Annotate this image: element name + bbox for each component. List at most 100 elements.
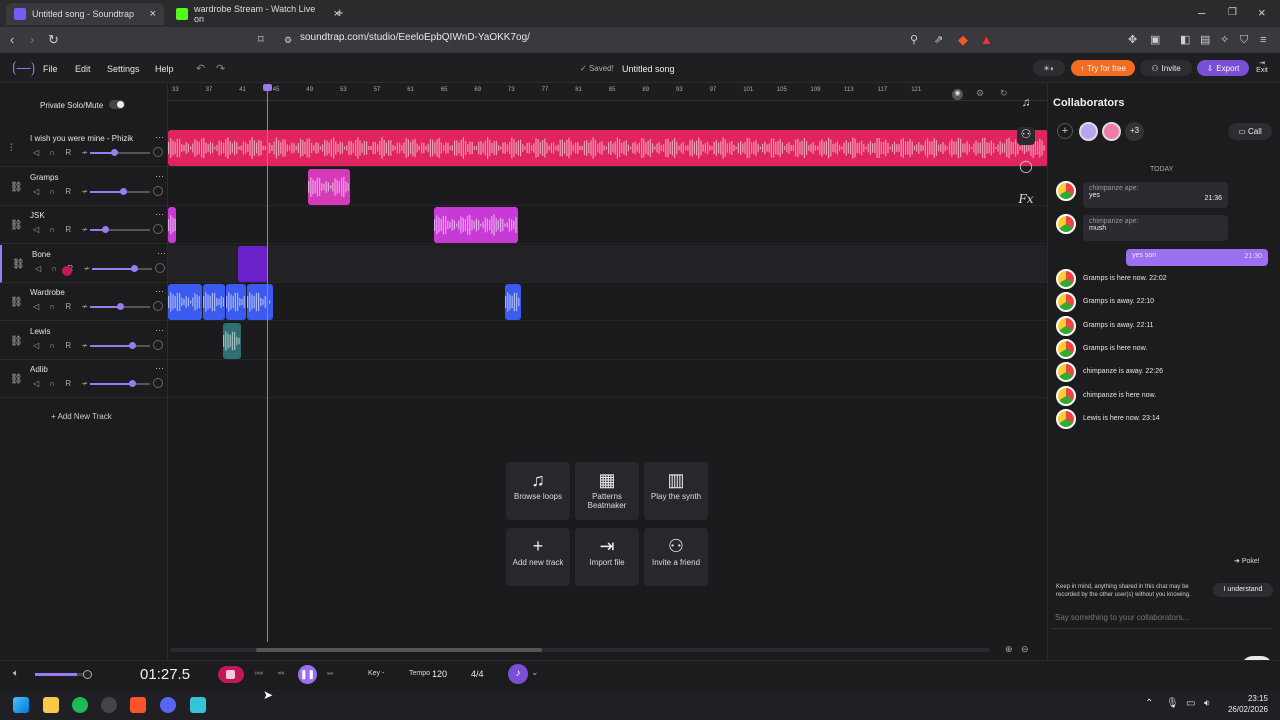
tab-search-icon[interactable]: ▣ (1150, 33, 1160, 47)
chat-icon[interactable]: ◯ (1017, 159, 1035, 177)
discord-icon[interactable] (160, 697, 176, 713)
file-explorer-icon[interactable] (43, 697, 59, 713)
track-volume-slider[interactable] (90, 149, 150, 156)
record-arm-label[interactable]: R (65, 341, 75, 350)
link-icon[interactable]: ⛓ (10, 182, 23, 193)
close-window-icon[interactable]: × (1258, 6, 1266, 20)
brave-shield-icon[interactable]: ◆ (958, 33, 968, 47)
track-volume-slider[interactable] (90, 341, 150, 349)
call-button[interactable]: ▭ Call (1228, 123, 1272, 140)
audio-clip[interactable] (168, 284, 202, 320)
skip-start-icon[interactable]: ⏮︎ (255, 668, 263, 679)
notepad-icon[interactable] (190, 697, 206, 713)
tile-import-file[interactable]: ⇥ Import file (575, 528, 639, 586)
track-controls[interactable]: ◁ ∩ R ≁ (33, 187, 92, 196)
track-name[interactable]: I wish you were mine - Phizik (30, 134, 133, 143)
scrollbar-thumb[interactable] (256, 648, 542, 652)
spotify-icon[interactable] (72, 697, 88, 713)
track-row[interactable]: ⛓ Wardrobe ⋯ ◁ ∩ R ≁ (0, 283, 168, 321)
track-name[interactable]: Lewis (30, 327, 50, 336)
menu-help[interactable]: Help (155, 64, 174, 74)
record-arm-label[interactable]: R (65, 225, 75, 234)
track-controls[interactable]: ◁ ∩ R ≁ (33, 341, 92, 350)
avatar[interactable] (1102, 122, 1121, 141)
track-row[interactable]: ⛓ Bone ⋯ ◁ ∩ R ≁ (0, 244, 168, 283)
track-menu-icon[interactable]: ⋯ (155, 363, 164, 374)
rewards-icon[interactable]: ▲ (980, 33, 993, 47)
private-solo-toggle[interactable] (109, 100, 125, 109)
track-volume-slider[interactable] (90, 380, 150, 387)
vpn-icon[interactable]: ⛉ (1240, 33, 1248, 47)
export-button[interactable]: ⇩ Export (1197, 60, 1249, 76)
zoom-in-icon[interactable]: ⊕ (1005, 644, 1013, 655)
zoom-out-icon[interactable]: ⊖ (1021, 644, 1029, 655)
playhead-handle[interactable] (263, 84, 272, 91)
loop-icon[interactable]: ↻ (1000, 88, 1008, 99)
leo-icon[interactable]: ✧ (1220, 33, 1229, 47)
exit-button[interactable]: ⇥ Exit (1255, 59, 1269, 74)
forward-icon[interactable]: ⏩︎ (327, 668, 334, 679)
url-field[interactable]: soundtrap.com/studio/EeeloEpbQIWnD-YaOKK… (300, 32, 530, 43)
share-icon[interactable]: ⇗ (934, 33, 943, 47)
track-pan-knob[interactable] (153, 301, 163, 311)
audio-clip[interactable] (434, 207, 518, 243)
understand-button[interactable]: I understand (1213, 583, 1273, 597)
track-menu-icon[interactable]: ⋯ (155, 325, 164, 336)
track-controls[interactable]: ◁ ∩ R ≁ (33, 302, 92, 311)
sidebar-icon[interactable]: ◧ (1180, 33, 1190, 47)
tuner-icon[interactable]: ♪ (508, 664, 528, 684)
menu-icon[interactable]: ≡ (1260, 33, 1266, 47)
menu-file[interactable]: File (43, 64, 58, 74)
tile-patterns-beatmaker[interactable]: ▦ Patterns Beatmaker (575, 462, 639, 520)
key-selector[interactable]: Key - (368, 670, 384, 677)
track-name[interactable]: JSK (30, 211, 45, 220)
track-pan-knob[interactable] (155, 262, 165, 273)
track-lane[interactable] (168, 168, 1048, 206)
audio-clip[interactable] (226, 284, 246, 320)
microphone-icon[interactable]: 🎙︎ (1166, 698, 1179, 709)
chevron-down-icon[interactable]: ⌄ (531, 667, 539, 678)
track-lanes[interactable] (168, 129, 1048, 399)
close-tab-icon[interactable]: × (150, 8, 156, 20)
try-free-button[interactable]: ↑ Try for free (1071, 60, 1135, 76)
new-tab-icon[interactable]: + (336, 6, 344, 20)
track-row[interactable]: ⛓ Lewis ⋯ ◁ ∩ R ≁ (0, 322, 168, 360)
menu-edit[interactable]: Edit (75, 64, 91, 74)
audio-clip[interactable] (203, 284, 225, 320)
track-menu-icon[interactable]: ⋯ (155, 286, 164, 297)
track-name[interactable]: Gramps (30, 173, 58, 182)
extensions-icon[interactable]: ✥ (1128, 33, 1137, 47)
master-volume-slider[interactable] (35, 670, 92, 679)
link-icon[interactable]: ⛓ (12, 259, 25, 270)
tile-browse-loops[interactable]: ♫ Browse loops (506, 462, 570, 520)
track-row[interactable]: ⫶ I wish you were mine - Phizik ⋯ ◁ ∩ R ≁ (0, 129, 168, 167)
track-menu-icon[interactable]: ⋯ (155, 209, 164, 220)
site-info-icon[interactable]: ⚙ (284, 33, 292, 47)
invite-button[interactable]: ⚇ Invite (1140, 60, 1192, 76)
track-controls[interactable]: ◁ ∩ R ≁ (33, 225, 92, 234)
timeline-scrollbar[interactable] (170, 648, 990, 652)
bookmark-icon[interactable]: ⌑ (258, 33, 264, 47)
track-lane[interactable] (168, 244, 1048, 283)
back-icon[interactable]: ‹ (10, 33, 14, 47)
volume-icon[interactable]: 🔈︎ (13, 668, 19, 679)
audio-clip[interactable] (168, 130, 1048, 166)
audio-clip[interactable] (223, 322, 241, 359)
record-arm-label[interactable]: R (65, 379, 75, 388)
track-row[interactable]: ⛓ Adlib ⋯ ◁ ∩ R ≁ (0, 360, 168, 398)
rewind-icon[interactable]: ⏪︎ (277, 668, 284, 679)
track-volume-slider[interactable] (92, 264, 152, 272)
track-menu-icon[interactable]: ⋯ (157, 248, 166, 259)
track-row[interactable]: ⛓ Gramps ⋯ ◁ ∩ R ≁ (0, 168, 168, 206)
reload-icon[interactable]: ↻ (48, 33, 59, 47)
menu-settings[interactable]: Settings (107, 64, 140, 74)
tile-invite-a-friend[interactable]: ⚇ Invite a friend (644, 528, 708, 586)
link-icon[interactable]: ⛓ (10, 220, 23, 231)
tempo-value[interactable]: 120 (432, 669, 447, 679)
settings-icon[interactable]: ⚙ (976, 88, 984, 99)
waveform-icon[interactable]: ⫶ (10, 143, 13, 154)
link-icon[interactable]: ⛓ (10, 297, 23, 308)
redo-icon[interactable]: ↷ (216, 62, 225, 75)
track-pan-knob[interactable] (153, 224, 163, 234)
song-title[interactable]: Untitled song (622, 64, 675, 74)
